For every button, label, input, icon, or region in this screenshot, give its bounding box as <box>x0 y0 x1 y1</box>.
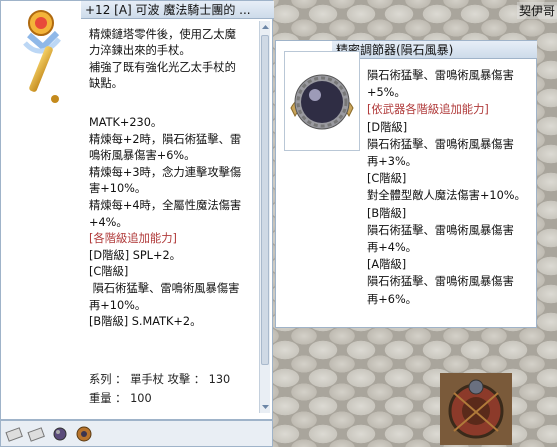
corner-character-name: 契伊哥 <box>516 2 557 19</box>
enchant-info-window[interactable]: 精密調節器(隕石風暴) 隕石術猛擊、雷鳴術風暴傷害 +5%。 [依武器各階級追加能力… <box>275 40 537 328</box>
enchant-description: 隕石術猛擊、雷鳴術風暴傷害 +5%。 [依武器各階級追加能力] [D階級] 隕石術猛擊、… <box>367 67 531 308</box>
stat-line: 鳴術風暴傷害+6%。 <box>89 149 196 163</box>
stat-line: 精煉每+4時，全屬性魔法傷害 <box>89 198 242 212</box>
staff-icon <box>23 10 61 103</box>
item-stats: MATK+230。精煉每+2時，隕石術猛擊、雷 鳴術風暴傷害+6%。精煉每+3時，… <box>89 115 261 331</box>
item-image <box>3 3 81 107</box>
enchant-line: 再+4%。 <box>367 241 417 255</box>
enchant-line: [C階級] <box>367 172 407 186</box>
item-info-window[interactable]: +12 [A] 可波 魔法騎士團的 ... 精煉鏈塔零件後，使用乙太魔 力淬鍊出… <box>0 0 274 420</box>
item-preview-image <box>440 373 512 445</box>
enchant-line: [A階級] <box>367 258 407 272</box>
scrollbar[interactable] <box>259 21 270 413</box>
enchant-line: 隕石術猛擊、雷鳴術風暴傷害 <box>367 275 514 289</box>
stat-line: [B階級] S.MATK+2。 <box>89 315 202 329</box>
item-title[interactable]: +12 [A] 可波 魔法騎士團的 ... <box>81 1 274 19</box>
scroll-down-icon[interactable] <box>261 402 270 411</box>
enchant-line: [依武器各階級追加能力] <box>367 103 489 117</box>
enchant-line: 再+6%。 <box>367 292 417 306</box>
stat-line: +4%。 <box>89 215 128 229</box>
enchant-line: 隕石術猛擊、雷鳴術風暴傷害 <box>367 223 514 237</box>
gear-icon[interactable] <box>75 425 93 443</box>
item-footer: 系列 ： 單手杖 攻擊 ： 130 重量 ： 100 <box>89 370 261 408</box>
item-description: 精煉鏈塔零件後，使用乙太魔 力淬鍊出來的手杖。 補強了既有強化光乙太手杖的 缺點… <box>89 28 236 90</box>
scroll-thumb[interactable] <box>261 35 269 365</box>
precision-adjuster-icon <box>290 74 354 130</box>
card-slot-icon[interactable] <box>5 425 23 443</box>
enchant-line: [D階級] <box>367 120 408 134</box>
enchant-title[interactable]: 精密調節器(隕石風暴) <box>332 41 537 59</box>
item-weight: 重量 ： 100 <box>89 392 152 405</box>
enchant-line: +5%。 <box>367 86 406 100</box>
stat-line: [C階級] <box>89 265 129 279</box>
stat-line: 精煉每+2時，隕石術猛擊、雷 <box>89 132 242 146</box>
enchant-image <box>284 51 360 151</box>
stat-line: [各階級追加能力] <box>89 232 177 246</box>
enchant-line: 對全體型敵人魔法傷害+10%。 <box>367 189 526 203</box>
stat-line: [D階級] SPL+2。 <box>89 248 181 262</box>
stat-line: 害+10%。 <box>89 182 147 196</box>
enchant-line: 隕石術猛擊、雷鳴術風暴傷害 <box>367 69 514 82</box>
enchant-line: [B階級] <box>367 206 407 220</box>
enchant-line: 再+3%。 <box>367 155 417 169</box>
card-slot-bar <box>0 420 273 447</box>
stat-line: 精煉每+3時，念力連擊攻擊傷 <box>89 165 242 179</box>
stat-line: 再+10%。 <box>89 298 147 312</box>
enchant-line: 隕石術猛擊、雷鳴術風暴傷害 <box>367 137 514 151</box>
stat-line: 隕石術猛擊、雷鳴術風暴傷害 <box>89 281 240 295</box>
stat-line: MATK+230。 <box>89 116 163 129</box>
card-slot-icon[interactable] <box>27 425 45 443</box>
enchant-orb-icon[interactable] <box>51 425 69 443</box>
scroll-up-icon[interactable] <box>261 23 270 32</box>
item-type-attack: 系列 ： 單手杖 攻擊 ： 130 <box>89 373 231 386</box>
